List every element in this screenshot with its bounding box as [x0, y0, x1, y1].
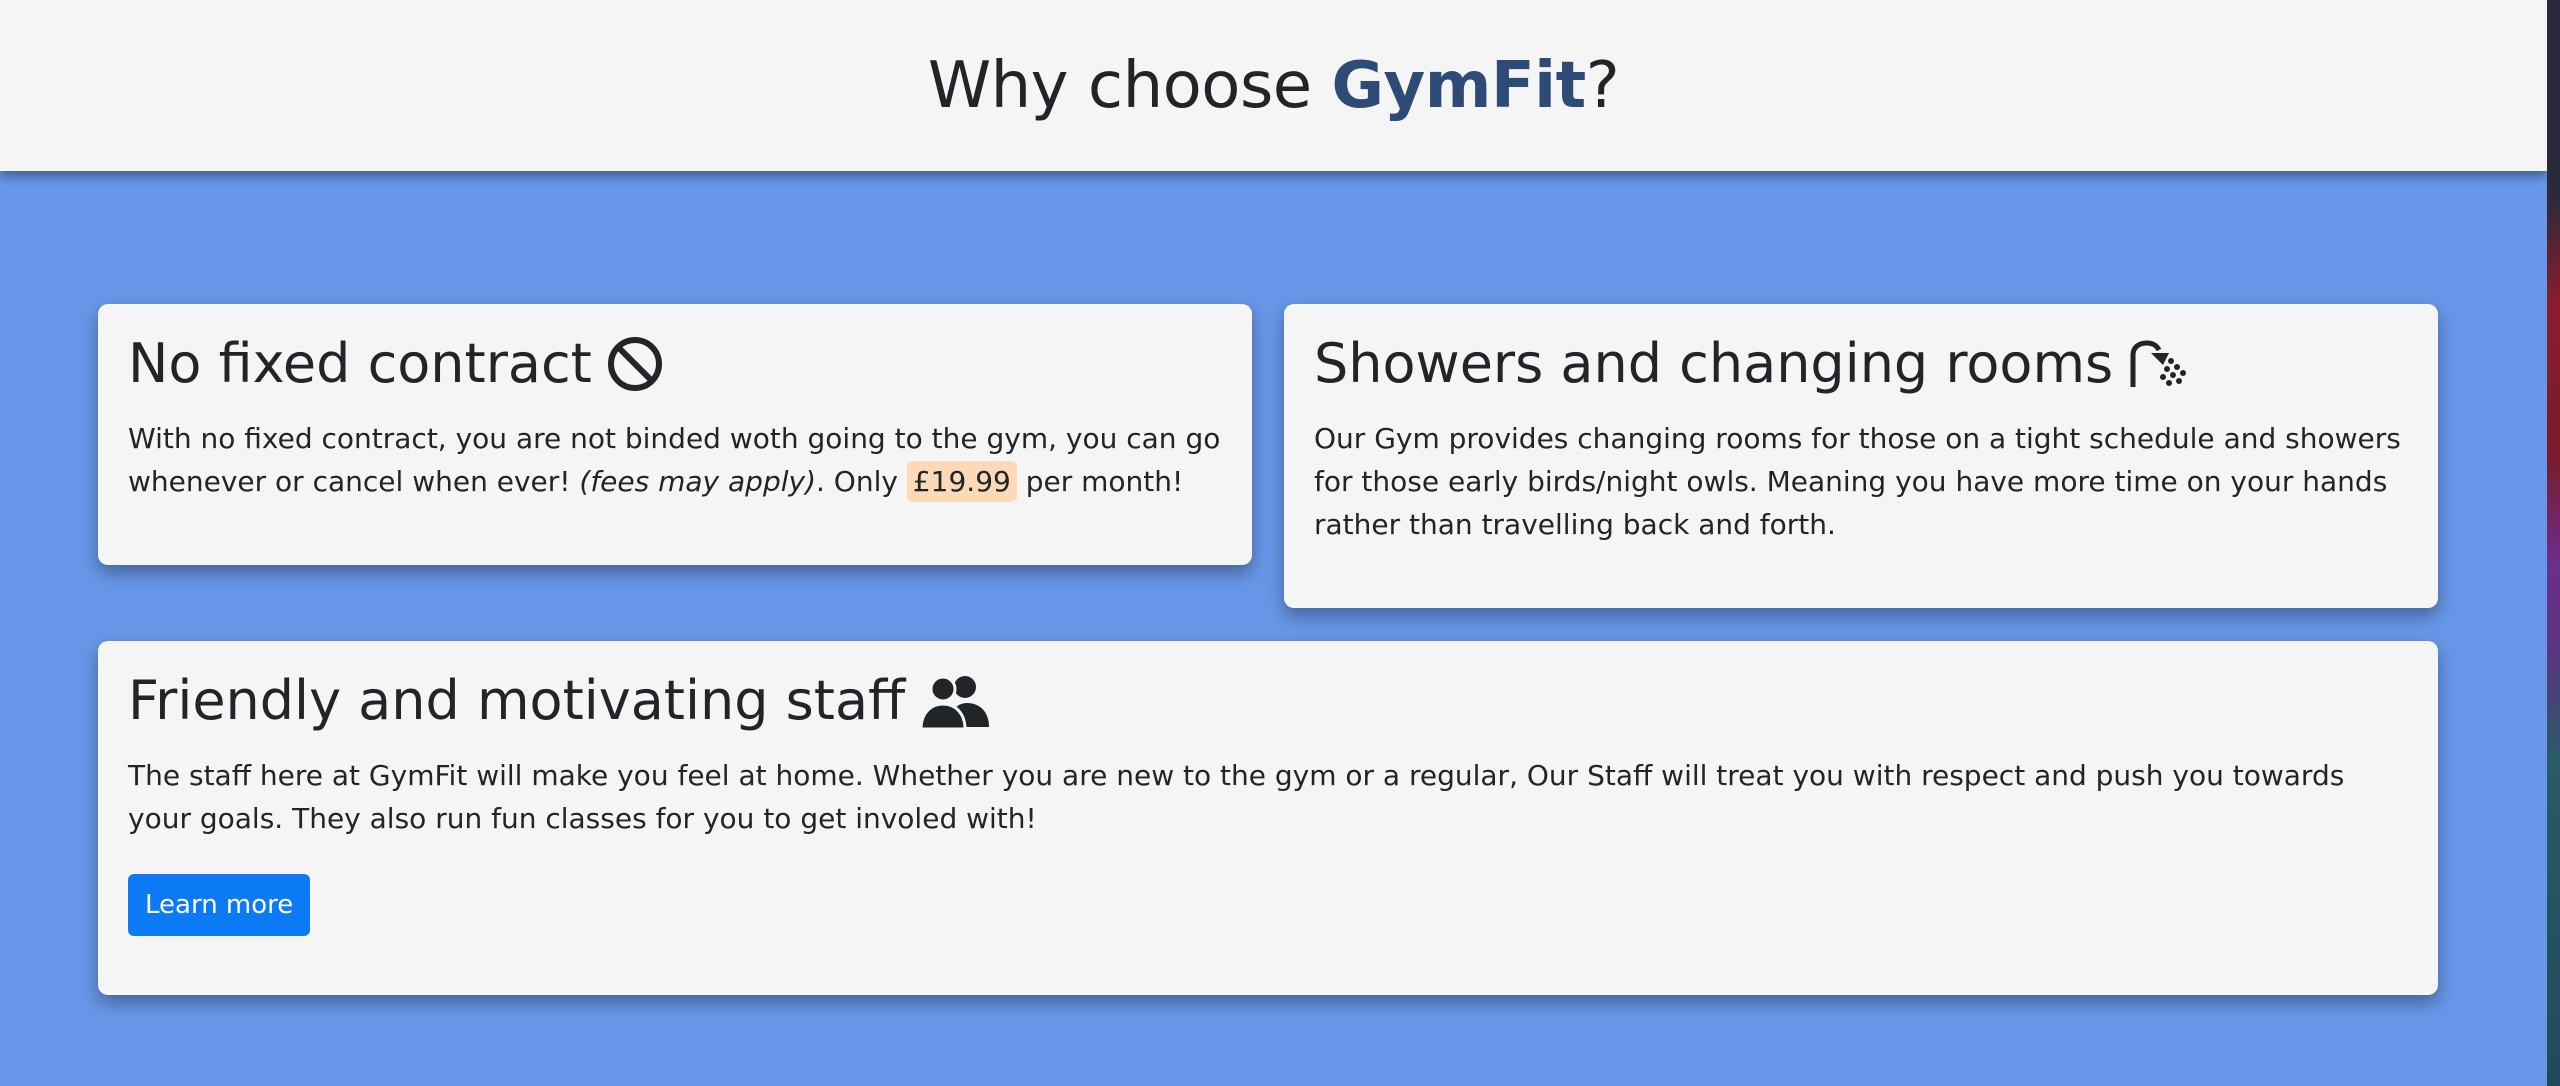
title-prefix: Why choose: [927, 48, 1332, 123]
brand-name: GymFit: [1331, 48, 1587, 123]
card-no-fixed-contract: No fixed contract With no fixed contract…: [98, 304, 1252, 565]
card-description: The staff here at GymFit will make you f…: [128, 758, 2345, 835]
card-description: Our Gym provides changing rooms for thos…: [1314, 421, 2401, 541]
card-friendly-staff: Friendly and motivating staff The staff …: [98, 641, 2438, 995]
window-edge: [2547, 0, 2560, 1086]
card-title-text: Friendly and motivating staff: [128, 669, 906, 732]
page-title: Why choose GymFit?: [927, 48, 1620, 123]
card-description: With no fixed contract, you are not bind…: [128, 417, 1222, 503]
fees-note: (fees may apply): [579, 464, 816, 498]
learn-more-button[interactable]: Learn more: [128, 873, 311, 936]
price-badge: £19.99: [906, 460, 1017, 502]
card-title: Showers and changing rooms: [1314, 332, 2408, 397]
card-showers: Showers and changing rooms Our Gym provi…: [1284, 304, 2438, 608]
page-header: Why choose GymFit?: [0, 0, 2547, 171]
title-suffix: ?: [1585, 48, 1620, 123]
users-icon: [919, 673, 991, 731]
shower-icon: [2127, 339, 2187, 389]
card-title: Friendly and motivating staff: [128, 669, 2408, 734]
card-title: No fixed contract: [128, 332, 1222, 397]
card-title-text: Showers and changing rooms: [1314, 332, 2114, 395]
text-after: per month!: [1016, 464, 1184, 498]
text-mid: . Only: [816, 464, 907, 498]
card-title-text: No fixed contract: [128, 332, 592, 395]
ban-icon: [606, 335, 664, 393]
